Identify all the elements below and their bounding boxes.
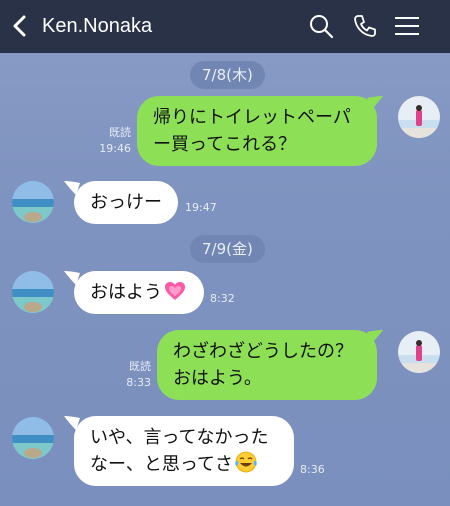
my-avatar[interactable] [398, 331, 440, 373]
message-line: おっけー [90, 192, 162, 213]
message-line: ー買ってこれる？ [153, 134, 297, 155]
date-separator: 7/8(木) [190, 61, 265, 89]
message-time: 8:36 [300, 463, 325, 476]
contact-avatar[interactable] [12, 181, 54, 223]
tears-of-joy-icon [235, 451, 257, 473]
chat-title: Ken.Nonaka [42, 15, 153, 37]
message-line: おはよう。 [173, 368, 262, 389]
growing-heart-icon [165, 282, 185, 300]
chat-header: Ken.Nonaka [0, 0, 450, 53]
search-icon[interactable] [308, 13, 334, 39]
message-line: 帰りにトイレットペーパ [153, 107, 351, 128]
message-line: いや、言ってなかった [90, 427, 269, 448]
message-bubble-incoming[interactable]: おはよう [74, 271, 204, 314]
contact-avatar[interactable] [12, 417, 54, 459]
message-bubble-incoming[interactable]: いや、言ってなかった なー、と思ってさ [74, 416, 294, 486]
contact-avatar[interactable] [12, 271, 54, 313]
my-avatar[interactable] [398, 96, 440, 138]
message-bubble-outgoing[interactable]: 帰りにトイレットペーパ ー買ってこれる？ [137, 96, 377, 166]
read-receipt: 既読 [129, 360, 151, 373]
menu-icon[interactable] [394, 13, 420, 39]
message-time: 19:47 [185, 201, 217, 214]
message-time: 8:32 [210, 292, 235, 305]
back-icon[interactable] [10, 14, 30, 38]
phone-icon[interactable] [352, 13, 378, 39]
read-receipt: 既読 [109, 126, 131, 139]
message-line: おはよう [90, 282, 162, 303]
message-line: なー、と思ってさ [90, 454, 233, 475]
message-time: 8:33 [126, 376, 151, 389]
message-time: 19:46 [99, 142, 131, 155]
message-bubble-outgoing[interactable]: わざわざどうしたの？ おはよう。 [157, 330, 377, 400]
date-separator: 7/9(金) [190, 235, 265, 263]
message-bubble-incoming[interactable]: おっけー [74, 181, 178, 224]
message-line: わざわざどうしたの？ [173, 341, 353, 362]
